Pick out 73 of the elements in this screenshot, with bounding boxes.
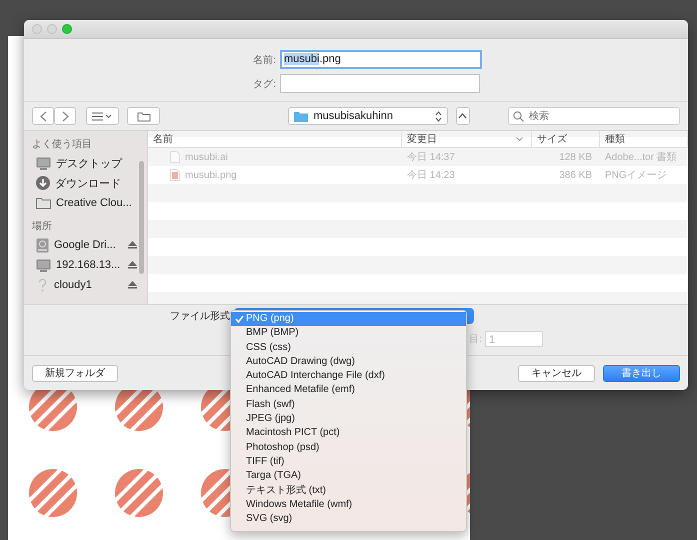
file-size: 128 KB bbox=[559, 152, 592, 162]
new-folder-button[interactable] bbox=[126, 107, 160, 125]
download-icon bbox=[36, 176, 50, 190]
zoom-window-icon[interactable] bbox=[62, 24, 72, 34]
checkmark-icon bbox=[235, 315, 244, 323]
sidebar-item[interactable]: 192.168.13... bbox=[32, 255, 139, 275]
forward-button[interactable] bbox=[54, 107, 76, 125]
menu-item[interactable]: Macintosh PICT (pct) bbox=[231, 426, 466, 441]
modified-date: 今日 14:23 bbox=[407, 169, 455, 182]
menu-item[interactable]: Photoshop (psd) bbox=[231, 440, 466, 455]
sidebar-item-label: Google Dri... bbox=[54, 239, 116, 251]
view-menu-button[interactable] bbox=[86, 107, 119, 125]
cancel-button[interactable]: キャンセル bbox=[518, 364, 595, 382]
sidebar-item[interactable]: cloudy1 bbox=[32, 275, 139, 295]
sidebar-item[interactable]: デスクトップ bbox=[32, 153, 139, 173]
menu-item[interactable]: Windows Metafile (wmf) bbox=[231, 498, 466, 512]
new-folder-text-button[interactable]: 新規フォルダ bbox=[32, 364, 118, 382]
image-file-icon bbox=[170, 169, 180, 181]
menu-item[interactable]: Enhanced Metafile (emf) bbox=[231, 383, 466, 398]
search-field[interactable]: 検索 bbox=[508, 107, 680, 125]
sidebar-item-label: cloudy1 bbox=[54, 279, 92, 291]
tag-field[interactable] bbox=[280, 74, 480, 93]
menu-item[interactable]: テキスト形式 (txt) bbox=[231, 484, 466, 498]
file-type: PNGイメージ bbox=[605, 169, 667, 182]
file-format-label: ファイル形式 bbox=[170, 310, 230, 323]
document-icon bbox=[170, 151, 180, 163]
sidebar-item[interactable]: Google Dri... bbox=[32, 235, 139, 255]
question-mark-icon bbox=[36, 278, 49, 292]
menu-item[interactable]: Flash (swf) bbox=[231, 398, 466, 412]
eject-icon[interactable] bbox=[128, 261, 137, 269]
column-header[interactable]: 名前 bbox=[148, 131, 402, 147]
chevron-up-icon bbox=[458, 113, 468, 119]
sidebar-heading: 場所 bbox=[32, 220, 53, 233]
file-size: 386 KB bbox=[559, 170, 592, 180]
folder-icon bbox=[294, 110, 308, 122]
menu-item[interactable]: TIFF (tif) bbox=[231, 454, 466, 470]
eject-icon[interactable] bbox=[128, 241, 137, 249]
column-header[interactable]: サイズ bbox=[532, 131, 600, 147]
display-icon bbox=[36, 156, 51, 170]
back-button[interactable] bbox=[32, 107, 54, 125]
menu-item[interactable]: Targa (TGA) bbox=[231, 469, 466, 484]
modified-date: 今日 14:37 bbox=[407, 151, 455, 164]
display-icon bbox=[36, 258, 51, 272]
location-popup[interactable]: musubisakuhinn bbox=[288, 107, 448, 125]
sidebar-item-label: ダウンロード bbox=[55, 176, 121, 190]
menu-item[interactable]: CSS (css) bbox=[231, 340, 466, 355]
menu-item[interactable]: AutoCAD Drawing (dwg) bbox=[231, 354, 466, 370]
sidebar-item[interactable]: Creative Clou... bbox=[32, 193, 139, 213]
chevron-left-icon bbox=[40, 111, 46, 121]
scrollbar[interactable] bbox=[139, 161, 144, 274]
sidebar-item[interactable]: ダウンロード bbox=[32, 173, 139, 193]
drive-icon bbox=[36, 238, 49, 252]
chevron-right-icon bbox=[62, 111, 68, 121]
name-field[interactable]: musubi.png bbox=[280, 50, 482, 69]
new-folder-icon bbox=[136, 110, 151, 122]
column-header[interactable]: 種類 bbox=[600, 131, 688, 147]
up-down-arrows-icon bbox=[434, 110, 442, 122]
name-label: 名前: bbox=[252, 54, 277, 66]
tag-label: タグ: bbox=[252, 78, 277, 90]
sidebar-item-label: 192.168.13... bbox=[56, 259, 120, 271]
menu-item[interactable]: SVG (svg) bbox=[231, 512, 466, 526]
menu-item[interactable]: JPEG (jpg) bbox=[231, 412, 466, 426]
column-header[interactable]: 変更日 bbox=[402, 131, 532, 147]
menu-item[interactable]: BMP (BMP) bbox=[231, 326, 466, 341]
menu-item[interactable]: AutoCAD Interchange File (dxf) bbox=[231, 369, 466, 384]
list-view-icon bbox=[92, 112, 112, 120]
sidebar-heading: よく使う項目 bbox=[32, 138, 93, 151]
eject-icon[interactable] bbox=[128, 281, 137, 289]
parent-folder-button[interactable] bbox=[456, 107, 470, 125]
folder-icon bbox=[36, 197, 51, 209]
sidebar-item-label: Creative Clou... bbox=[56, 197, 132, 209]
file-type: Adobe...tor 書類 bbox=[605, 150, 677, 164]
sidebar-item-label: デスクトップ bbox=[56, 156, 122, 170]
